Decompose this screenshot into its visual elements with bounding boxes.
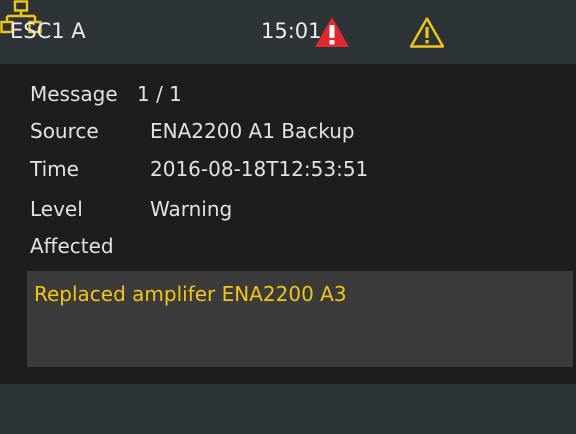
level-value: Warning: [150, 197, 233, 221]
clock: 15:01: [261, 19, 322, 43]
footer-bar: [0, 384, 576, 434]
header-bar: ESC1 A 15:01: [0, 0, 576, 64]
time-value: 2016-08-18T12:53:51: [150, 157, 369, 181]
alarm-detail-screen: ESC1 A 15:01 Message 1 / 1 Source ENA220…: [0, 0, 576, 434]
message-text: Replaced amplifer ENA2200 A3: [34, 282, 347, 306]
alarm-triangle-icon[interactable]: [314, 16, 350, 48]
message-index: 1 / 1: [137, 82, 182, 106]
affected-label: Affected: [30, 234, 114, 258]
warning-triangle-icon[interactable]: [409, 16, 445, 48]
message-label: Message: [30, 82, 118, 106]
device-name: ESC1 A: [10, 19, 86, 43]
time-label: Time: [30, 157, 79, 181]
message-box: Replaced amplifer ENA2200 A3: [27, 271, 573, 367]
source-value: ENA2200 A1 Backup: [150, 119, 355, 143]
source-label: Source: [30, 119, 99, 143]
level-label: Level: [30, 197, 83, 221]
